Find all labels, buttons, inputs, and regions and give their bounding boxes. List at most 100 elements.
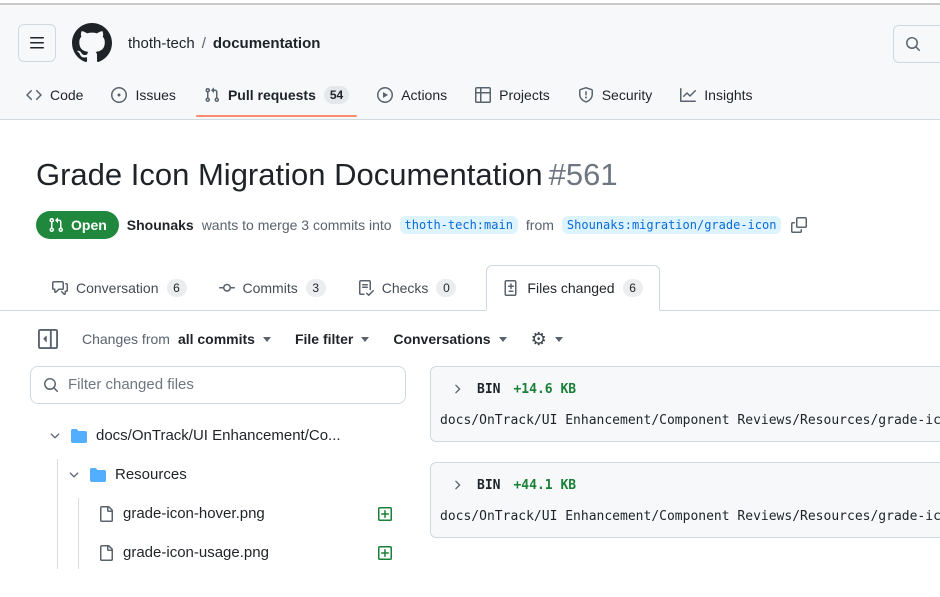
tree-file-grade-icon-hover[interactable]: grade-icon-hover.png bbox=[79, 498, 406, 530]
checklist-icon bbox=[358, 280, 374, 296]
breadcrumb-separator: / bbox=[202, 35, 206, 52]
bin-label: BIN bbox=[477, 382, 500, 397]
diff-settings-dropdown[interactable]: ⚙ bbox=[531, 329, 563, 350]
diff-file-card: BIN +44.1 KB docs/OnTrack/UI Enhancement… bbox=[430, 462, 940, 538]
table-icon bbox=[475, 87, 491, 103]
sidebar-collapse-icon bbox=[38, 329, 58, 349]
diff-file-path[interactable]: docs/OnTrack/UI Enhancement/Component Re… bbox=[431, 413, 940, 428]
git-pull-request-icon bbox=[48, 217, 64, 233]
pr-state-badge: Open bbox=[36, 211, 119, 239]
folder-icon bbox=[90, 467, 106, 483]
shield-icon bbox=[578, 87, 594, 103]
checks-count-badge: 0 bbox=[436, 279, 456, 297]
chevron-down-icon bbox=[555, 337, 563, 342]
changes-from-dropdown[interactable]: Changes from all commits bbox=[82, 331, 271, 347]
copy-icon bbox=[791, 217, 807, 233]
pr-tabs: Conversation 6 Commits 3 Checks 0 Files … bbox=[0, 265, 940, 311]
github-logo-icon[interactable] bbox=[72, 23, 112, 63]
tab-label: Commits bbox=[243, 280, 298, 296]
pr-title-text: Grade Icon Migration Documentation bbox=[36, 157, 543, 192]
conversations-dropdown[interactable]: Conversations bbox=[393, 331, 506, 347]
filter-changed-files-input[interactable] bbox=[68, 376, 393, 393]
code-icon bbox=[26, 87, 42, 103]
nav-item-label: Issues bbox=[135, 87, 175, 103]
nav-item-insights[interactable]: Insights bbox=[672, 71, 760, 119]
diff-file-header: BIN +44.1 KB bbox=[431, 478, 940, 493]
global-search-button[interactable] bbox=[893, 25, 940, 63]
breadcrumb-repo[interactable]: documentation bbox=[213, 35, 321, 52]
tab-checks[interactable]: Checks 0 bbox=[342, 266, 473, 310]
conversation-count-badge: 6 bbox=[167, 279, 187, 297]
tree-folder-docs[interactable]: docs/OnTrack/UI Enhancement/Co... bbox=[30, 420, 406, 452]
copy-branch-button[interactable] bbox=[789, 215, 809, 235]
file-filter-dropdown[interactable]: File filter bbox=[295, 331, 369, 347]
conversations-label: Conversations bbox=[393, 331, 490, 347]
file-tree-sidebar: docs/OnTrack/UI Enhancement/Co... Resour… bbox=[30, 366, 406, 576]
search-icon bbox=[43, 377, 59, 393]
pr-author-link[interactable]: Shounaks bbox=[127, 217, 194, 233]
nav-item-label: Code bbox=[50, 87, 83, 103]
nav-item-label: Projects bbox=[499, 87, 550, 103]
chevron-right-icon[interactable] bbox=[450, 478, 464, 492]
tree-file-grade-icon-usage[interactable]: grade-icon-usage.png bbox=[79, 537, 406, 569]
nav-item-label: Actions bbox=[401, 87, 447, 103]
chevron-down-icon bbox=[48, 429, 62, 443]
diff-added-icon bbox=[377, 545, 393, 561]
tab-label: Checks bbox=[382, 280, 429, 296]
size-delta: +44.1 KB bbox=[513, 478, 576, 493]
nav-item-projects[interactable]: Projects bbox=[467, 71, 558, 119]
nav-item-code[interactable]: Code bbox=[18, 71, 91, 119]
filter-changed-files-box bbox=[30, 366, 406, 404]
issue-opened-icon bbox=[111, 87, 127, 103]
nav-item-security[interactable]: Security bbox=[570, 71, 661, 119]
chevron-down-icon bbox=[361, 337, 369, 342]
size-delta: +14.6 KB bbox=[513, 382, 576, 397]
repo-nav: Code Issues Pull requests 54 Actions Pro… bbox=[0, 71, 940, 120]
tree-folder-label: docs/OnTrack/UI Enhancement/Co... bbox=[96, 427, 341, 444]
file-icon bbox=[98, 506, 114, 522]
tab-label: Files changed bbox=[527, 280, 614, 296]
head-branch-pill[interactable]: Shounaks:migration/grade-icon bbox=[562, 216, 782, 234]
nav-item-label: Security bbox=[602, 87, 653, 103]
commits-count-badge: 3 bbox=[306, 279, 326, 297]
tab-label: Conversation bbox=[76, 280, 159, 296]
pr-from-text: from bbox=[526, 217, 554, 233]
pr-number: #561 bbox=[549, 157, 618, 192]
tree-file-label: grade-icon-usage.png bbox=[123, 544, 269, 561]
graph-icon bbox=[680, 87, 696, 103]
three-bars-icon bbox=[29, 35, 45, 51]
tab-commits[interactable]: Commits 3 bbox=[203, 266, 342, 310]
files-changed-count-badge: 6 bbox=[623, 279, 643, 297]
search-icon bbox=[905, 36, 921, 52]
base-branch-pill[interactable]: thoth-tech:main bbox=[400, 216, 518, 234]
pr-merge-text: wants to merge 3 commits into bbox=[202, 217, 392, 233]
file-icon bbox=[98, 545, 114, 561]
tree-file-label: grade-icon-hover.png bbox=[123, 505, 265, 522]
pr-meta-row: Open Shounaks wants to merge 3 commits i… bbox=[36, 211, 908, 239]
tab-files-changed[interactable]: Files changed 6 bbox=[486, 265, 659, 311]
git-commit-icon bbox=[219, 280, 235, 296]
nav-item-issues[interactable]: Issues bbox=[103, 71, 183, 119]
play-icon bbox=[377, 87, 393, 103]
diff-list: BIN +14.6 KB docs/OnTrack/UI Enhancement… bbox=[430, 366, 940, 558]
nav-item-actions[interactable]: Actions bbox=[369, 71, 455, 119]
diff-file-path[interactable]: docs/OnTrack/UI Enhancement/Component Re… bbox=[431, 509, 940, 524]
breadcrumb-org[interactable]: thoth-tech bbox=[128, 35, 195, 52]
file-diff-icon bbox=[503, 280, 519, 296]
pr-state-label: Open bbox=[71, 217, 107, 233]
tree-folder-resources[interactable]: Resources bbox=[58, 459, 406, 491]
nav-item-pull-requests[interactable]: Pull requests 54 bbox=[196, 71, 357, 119]
changes-from-label: Changes from bbox=[82, 331, 170, 347]
file-filter-label: File filter bbox=[295, 331, 353, 347]
pull-requests-count-badge: 54 bbox=[324, 86, 349, 104]
chevron-right-icon[interactable] bbox=[450, 382, 464, 396]
nav-item-label: Insights bbox=[704, 87, 752, 103]
diff-added-icon bbox=[377, 506, 393, 522]
comment-discussion-icon bbox=[52, 280, 68, 296]
hide-file-tree-button[interactable] bbox=[38, 329, 58, 349]
file-tree: docs/OnTrack/UI Enhancement/Co... Resour… bbox=[30, 420, 406, 569]
tab-conversation[interactable]: Conversation 6 bbox=[36, 266, 203, 310]
breadcrumb: thoth-tech / documentation bbox=[128, 35, 320, 52]
hamburger-menu-button[interactable] bbox=[18, 24, 56, 62]
tree-folder-label: Resources bbox=[115, 466, 187, 483]
